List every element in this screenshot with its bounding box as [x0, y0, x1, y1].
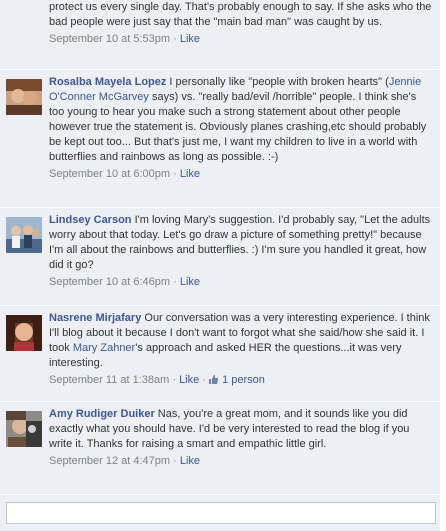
comment-item: Lindsey Carson I'm loving Mary's suggest… — [0, 209, 440, 306]
meta-separator: · — [173, 168, 177, 180]
comment-timestamp[interactable]: September 10 at 6:46pm — [49, 276, 170, 288]
comment-content: protect us every single day. That's prob… — [49, 0, 432, 47]
like-link[interactable]: Like — [179, 374, 199, 386]
comment-item: Rosalba Mayela Lopez I personally like "… — [0, 71, 440, 208]
comment-content: Rosalba Mayela Lopez I personally like "… — [49, 75, 432, 182]
like-link[interactable]: Like — [180, 168, 200, 180]
comment-text: I personally like "people with broken he… — [166, 76, 389, 88]
comment-author[interactable]: Lindsey Carson — [49, 214, 132, 226]
reply-area — [0, 496, 440, 531]
like-link[interactable]: Like — [180, 33, 200, 45]
avatar[interactable] — [6, 411, 42, 447]
comment-meta: September 10 at 6:00pm · Like — [49, 167, 432, 182]
meta-separator: · — [173, 33, 177, 45]
comment-content: Lindsey Carson I'm loving Mary's suggest… — [49, 213, 432, 290]
comment-author[interactable]: Nasrene Mirjafary — [49, 312, 141, 324]
comment-content: Amy Rudiger Duiker Nas, you're a great m… — [49, 407, 432, 469]
comment-timestamp[interactable]: September 11 at 1:38am — [49, 374, 169, 386]
meta-separator: · — [172, 374, 176, 386]
comment-timestamp[interactable]: September 10 at 6:00pm — [49, 168, 170, 180]
comment-timestamp[interactable]: September 10 at 5:53pm — [49, 33, 170, 45]
comment-meta: September 11 at 1:38am · Like · 1 person — [49, 373, 432, 388]
comment-input[interactable] — [6, 502, 436, 524]
comment-content: Nasrene Mirjafary Our conversation was a… — [49, 311, 432, 388]
avatar[interactable] — [6, 315, 42, 351]
comment-thread: protect us every single day. That's prob… — [0, 0, 446, 531]
comment-meta: September 12 at 4:47pm · Like — [49, 454, 432, 469]
scroll-edge — [440, 0, 446, 531]
likes-count[interactable]: 1 person — [209, 374, 265, 386]
comment-meta: September 10 at 6:46pm · Like — [49, 275, 432, 290]
avatar[interactable] — [6, 79, 42, 115]
meta-separator: · — [173, 455, 177, 467]
comment-timestamp[interactable]: September 12 at 4:47pm — [49, 455, 170, 467]
comment-item: protect us every single day. That's prob… — [0, 0, 440, 70]
comment-text: protect us every single day. That's prob… — [49, 1, 432, 28]
thumbs-up-icon — [209, 375, 219, 384]
like-link[interactable]: Like — [180, 455, 200, 467]
meta-separator: · — [173, 276, 177, 288]
mention-link[interactable]: Mary Zahner — [73, 342, 135, 354]
comment-item: Amy Rudiger Duiker Nas, you're a great m… — [0, 403, 440, 495]
comment-item: Nasrene Mirjafary Our conversation was a… — [0, 307, 440, 402]
likes-count-text[interactable]: 1 person — [222, 374, 265, 386]
comment-author[interactable]: Rosalba Mayela Lopez — [49, 76, 166, 88]
comment-author[interactable]: Amy Rudiger Duiker — [49, 408, 155, 420]
like-link[interactable]: Like — [180, 276, 200, 288]
comment-meta: September 10 at 5:53pm · Like — [49, 32, 432, 47]
meta-separator: · — [202, 374, 206, 386]
avatar[interactable] — [6, 217, 42, 253]
